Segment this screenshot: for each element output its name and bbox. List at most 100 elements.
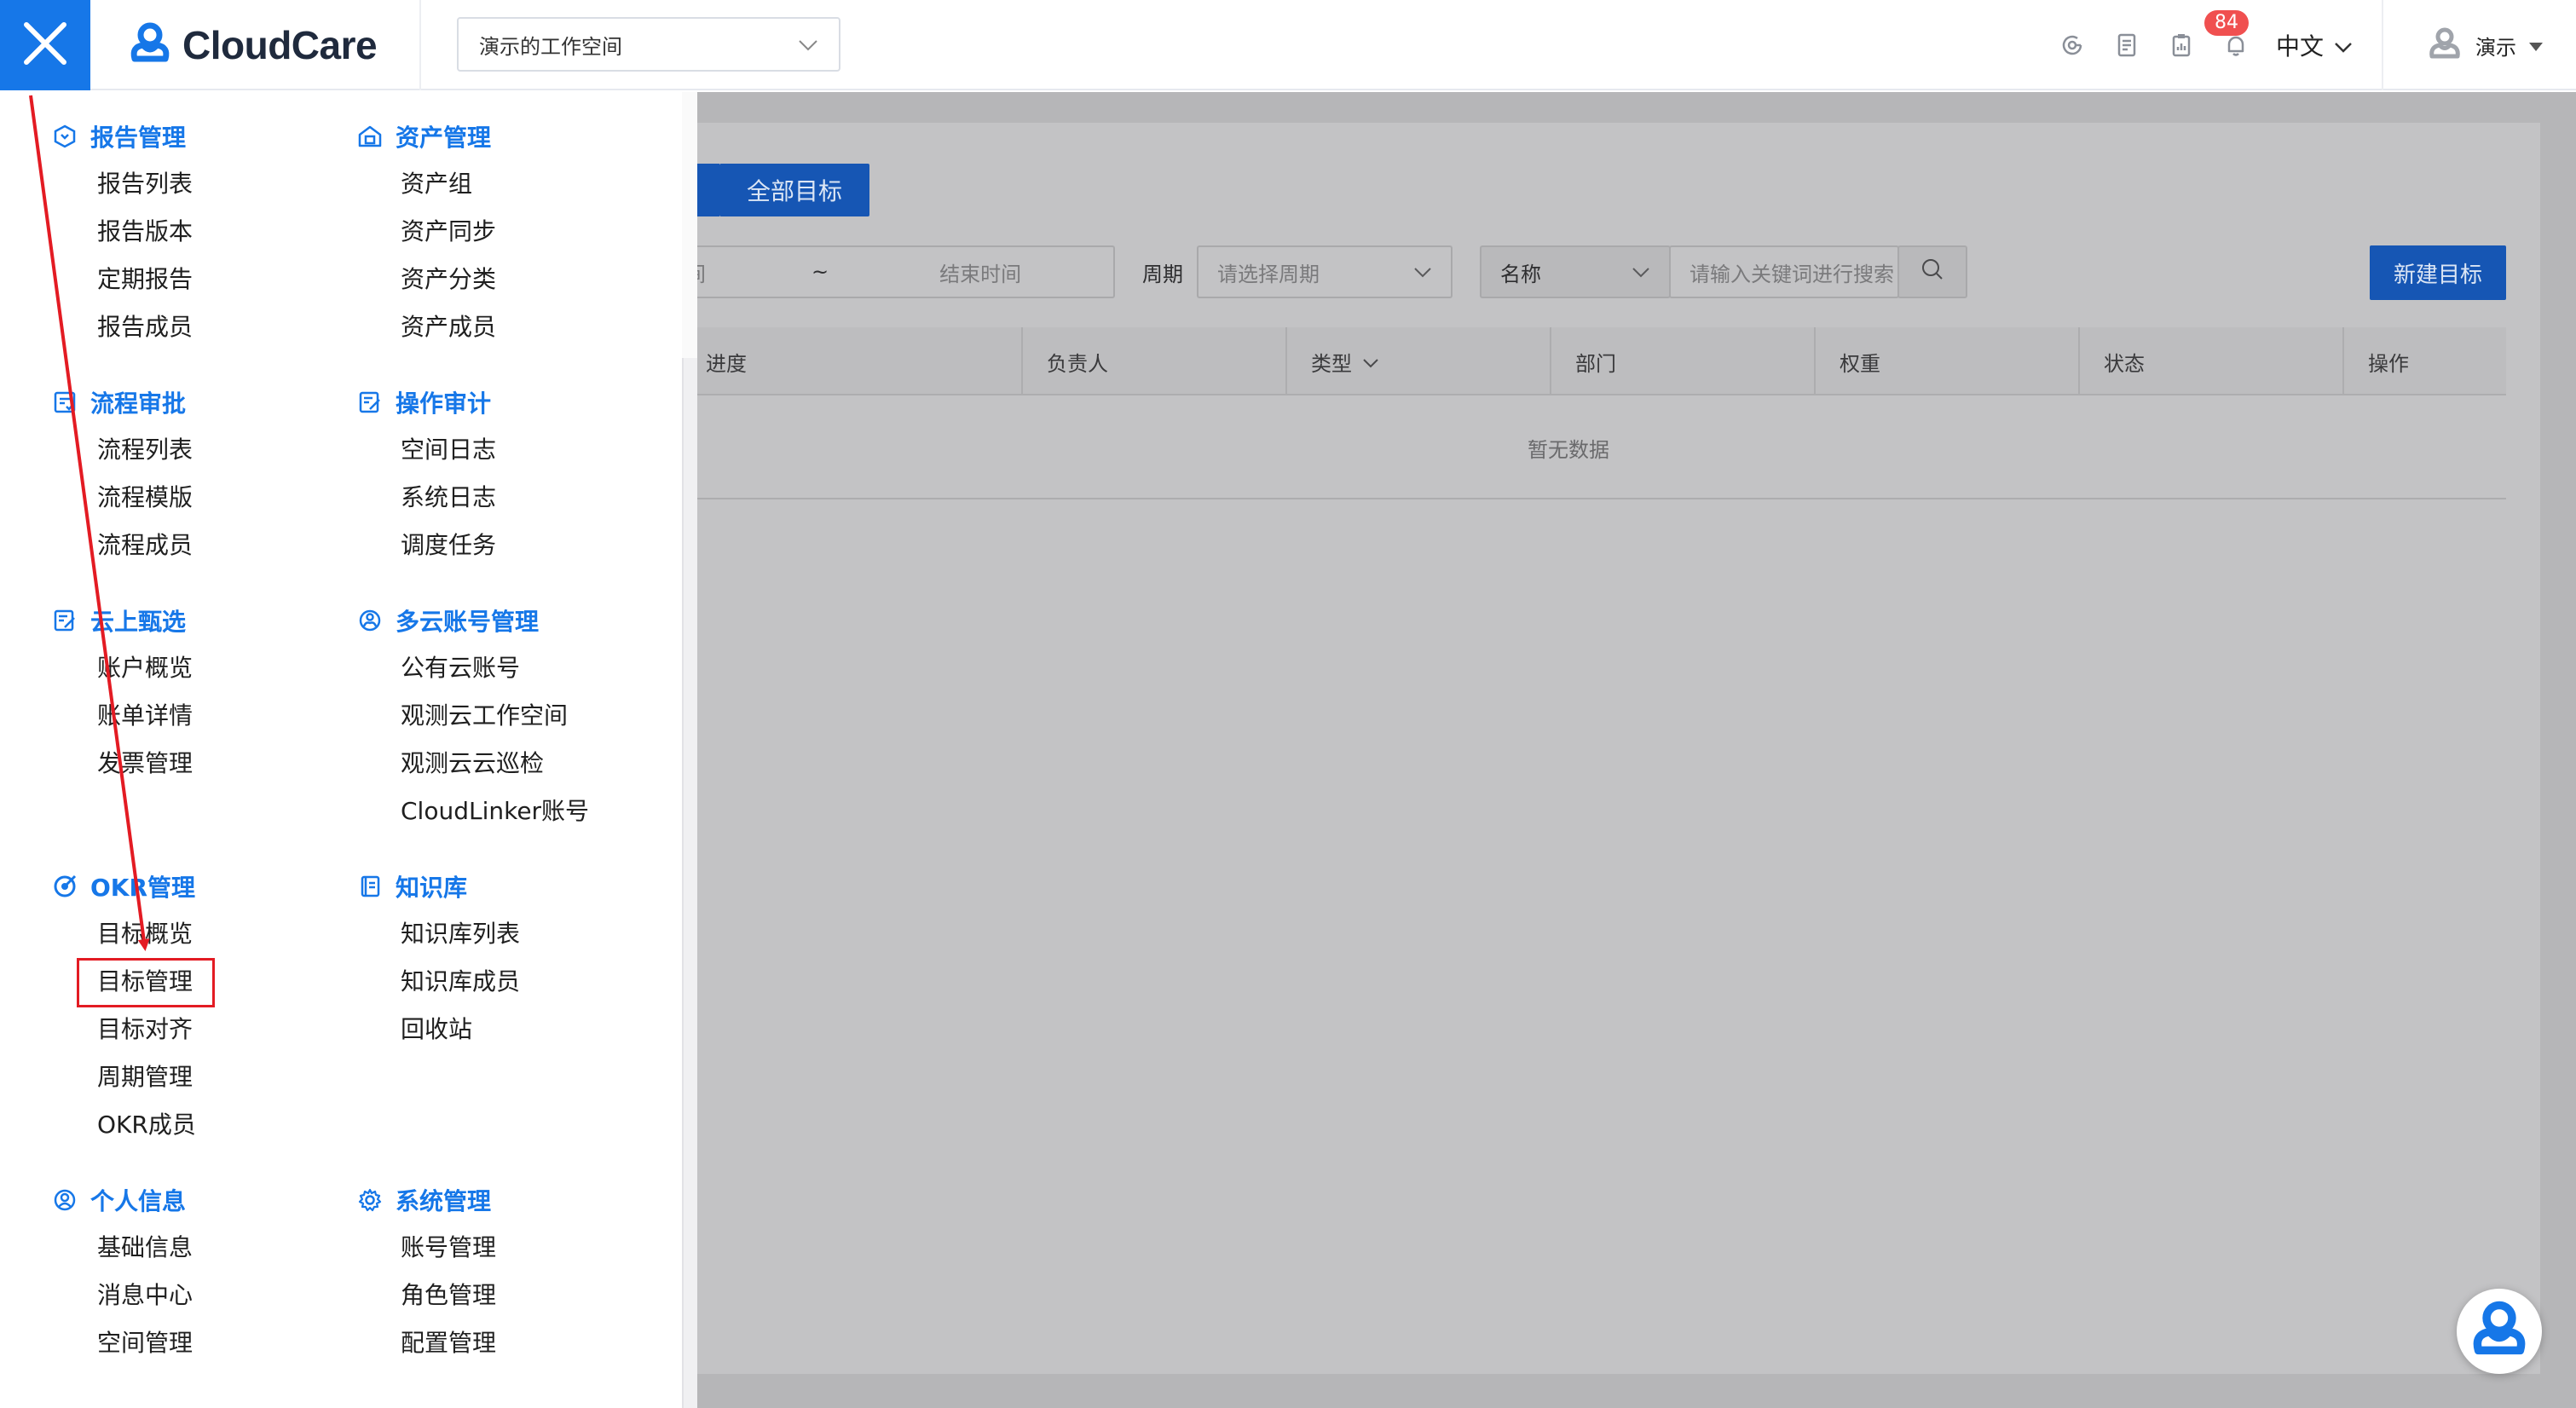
chevron-down-icon xyxy=(2334,32,2353,60)
group-system-management[interactable]: 系统管理 xyxy=(356,1183,491,1217)
header-divider xyxy=(2382,0,2383,90)
menu-item-objective-overview[interactable]: 目标概览 xyxy=(97,917,193,951)
period-select[interactable]: 请选择周期 xyxy=(1197,245,1453,298)
menu-item-objective-alignment[interactable]: 目标对齐 xyxy=(97,1013,193,1047)
menu-item-public-cloud-account[interactable]: 公有云账号 xyxy=(401,651,520,685)
menu-item-asset-category[interactable]: 资产分类 xyxy=(401,263,496,297)
group-title-label: 系统管理 xyxy=(396,1187,492,1215)
chevron-down-icon xyxy=(1632,260,1650,284)
close-icon xyxy=(21,20,69,71)
col-owner[interactable]: 负责人 xyxy=(1023,327,1287,395)
tab-all-objectives[interactable]: 全部目标 xyxy=(719,164,869,216)
col-status[interactable]: 状态 xyxy=(2080,327,2344,395)
menu-item-system-log[interactable]: 系统日志 xyxy=(401,481,496,515)
menu-item-report-list[interactable]: 报告列表 xyxy=(97,167,193,201)
group-operation-audit[interactable]: 操作审计 xyxy=(356,385,491,419)
menu-item-account-management[interactable]: 账号管理 xyxy=(401,1231,496,1265)
group-title-label: 资产管理 xyxy=(396,124,492,152)
edit-doc-icon xyxy=(51,607,78,634)
menu-item-account-overview[interactable]: 账户概览 xyxy=(97,651,193,685)
menu-item-process-members[interactable]: 流程成员 xyxy=(97,528,193,563)
user-menu[interactable]: 演示 xyxy=(2426,20,2544,70)
menu-item-cloud-inspection[interactable]: 观测云云巡检 xyxy=(401,747,544,781)
group-process-approval[interactable]: 流程审批 xyxy=(51,385,186,419)
chevron-down-icon xyxy=(1362,349,1379,373)
search-button[interactable] xyxy=(1897,245,1967,298)
asset-home-icon xyxy=(356,123,384,150)
date-separator: ~ xyxy=(811,260,829,284)
new-objective-button[interactable]: 新建目标 xyxy=(2370,245,2506,300)
app-logo[interactable]: CloudCare xyxy=(126,15,378,75)
menu-item-process-list[interactable]: 流程列表 xyxy=(97,433,193,467)
cloudcare-logo-icon xyxy=(126,20,174,71)
menu-item-observability-workspace[interactable]: 观测云工作空间 xyxy=(401,699,568,733)
search-field-select[interactable]: 名称 xyxy=(1480,245,1671,298)
header-divider xyxy=(419,0,421,90)
menu-item-asset-members[interactable]: 资产成员 xyxy=(401,310,496,344)
cloud-account-icon xyxy=(356,607,384,634)
menu-item-bill-details[interactable]: 账单详情 xyxy=(97,699,193,733)
document-icon[interactable] xyxy=(2107,26,2146,65)
group-title-label: 个人信息 xyxy=(90,1187,187,1215)
search-input[interactable]: 请输入关键词进行搜索 xyxy=(1669,245,1899,298)
menu-item-report-members[interactable]: 报告成员 xyxy=(97,310,193,344)
group-cloud-selection[interactable]: 云上甄选 xyxy=(51,603,186,638)
group-knowledge-base[interactable]: 知识库 xyxy=(356,869,467,903)
user-name: 演示 xyxy=(2475,35,2516,60)
close-menu-button[interactable] xyxy=(0,0,90,90)
menu-scrollbar[interactable] xyxy=(682,358,697,1408)
menu-item-asset-group[interactable]: 资产组 xyxy=(401,167,472,201)
menu-item-knowledge-members[interactable]: 知识库成员 xyxy=(401,965,520,999)
workspace-select[interactable]: 演示的工作空间 xyxy=(457,17,840,72)
group-asset-management[interactable]: 资产管理 xyxy=(356,119,491,153)
menu-item-recycle-bin[interactable]: 回收站 xyxy=(401,1013,472,1047)
user-circle-icon xyxy=(51,1186,78,1214)
menu-item-basic-info[interactable]: 基础信息 xyxy=(97,1231,193,1265)
refresh-icon[interactable] xyxy=(2053,26,2092,65)
empty-state: 暂无数据 xyxy=(631,397,2506,499)
search-icon xyxy=(1920,257,1944,286)
menu-item-scheduled-report[interactable]: 定期报告 xyxy=(97,263,193,297)
table-header: 进度 负责人 类型 部门 权重 状态 操作 xyxy=(631,327,2506,395)
language-select[interactable]: 中文 xyxy=(2276,26,2353,65)
report-icon[interactable] xyxy=(2162,26,2201,65)
group-title-label: 报告管理 xyxy=(90,124,187,152)
menu-item-space-management[interactable]: 空间管理 xyxy=(97,1326,193,1360)
menu-item-asset-sync[interactable]: 资产同步 xyxy=(401,215,496,249)
menu-item-cloudlinker-account[interactable]: CloudLinker账号 xyxy=(401,794,589,828)
group-title-label: 流程审批 xyxy=(90,390,187,418)
menu-item-message-center[interactable]: 消息中心 xyxy=(97,1278,193,1313)
search-field-value: 名称 xyxy=(1500,262,1541,286)
highlight-box xyxy=(77,958,215,1007)
assistant-float-button[interactable] xyxy=(2457,1289,2542,1374)
menu-item-role-management[interactable]: 角色管理 xyxy=(401,1278,496,1313)
group-okr-management[interactable]: OKR管理 xyxy=(51,869,195,903)
menu-item-knowledge-list[interactable]: 知识库列表 xyxy=(401,917,520,951)
menu-item-scheduled-task[interactable]: 调度任务 xyxy=(401,528,496,563)
menu-item-process-template[interactable]: 流程模版 xyxy=(97,481,193,515)
group-report-management[interactable]: 报告管理 xyxy=(51,119,186,153)
col-progress[interactable]: 进度 xyxy=(682,327,1023,395)
group-title-label: OKR管理 xyxy=(90,874,196,902)
page-scrollbar[interactable] xyxy=(2540,92,2576,1408)
logo-text: CloudCare xyxy=(182,23,378,67)
group-multi-cloud-account[interactable]: 多云账号管理 xyxy=(356,603,539,638)
col-type-label: 类型 xyxy=(1311,351,1352,376)
report-hex-icon xyxy=(51,123,78,150)
language-value: 中文 xyxy=(2276,32,2325,61)
menu-item-config-management[interactable]: 配置管理 xyxy=(401,1326,496,1360)
target-icon xyxy=(51,873,78,900)
group-personal-info[interactable]: 个人信息 xyxy=(51,1183,186,1217)
menu-item-invoice-management[interactable]: 发票管理 xyxy=(97,747,193,781)
menu-item-space-log[interactable]: 空间日志 xyxy=(401,433,496,467)
menu-item-report-version[interactable]: 报告版本 xyxy=(97,215,193,249)
col-department[interactable]: 部门 xyxy=(1551,327,1816,395)
menu-item-period-management[interactable]: 周期管理 xyxy=(97,1060,193,1094)
group-title-label: 知识库 xyxy=(396,874,468,902)
menu-item-okr-members[interactable]: OKR成员 xyxy=(97,1108,196,1142)
col-actions[interactable]: 操作 xyxy=(2344,327,2506,395)
search-placeholder: 请输入关键词进行搜索 xyxy=(1689,262,1894,286)
col-type[interactable]: 类型 xyxy=(1287,327,1551,395)
date-range-input[interactable]: 间 ~ 结束时间 xyxy=(682,245,1115,298)
col-weight[interactable]: 权重 xyxy=(1816,327,2080,395)
